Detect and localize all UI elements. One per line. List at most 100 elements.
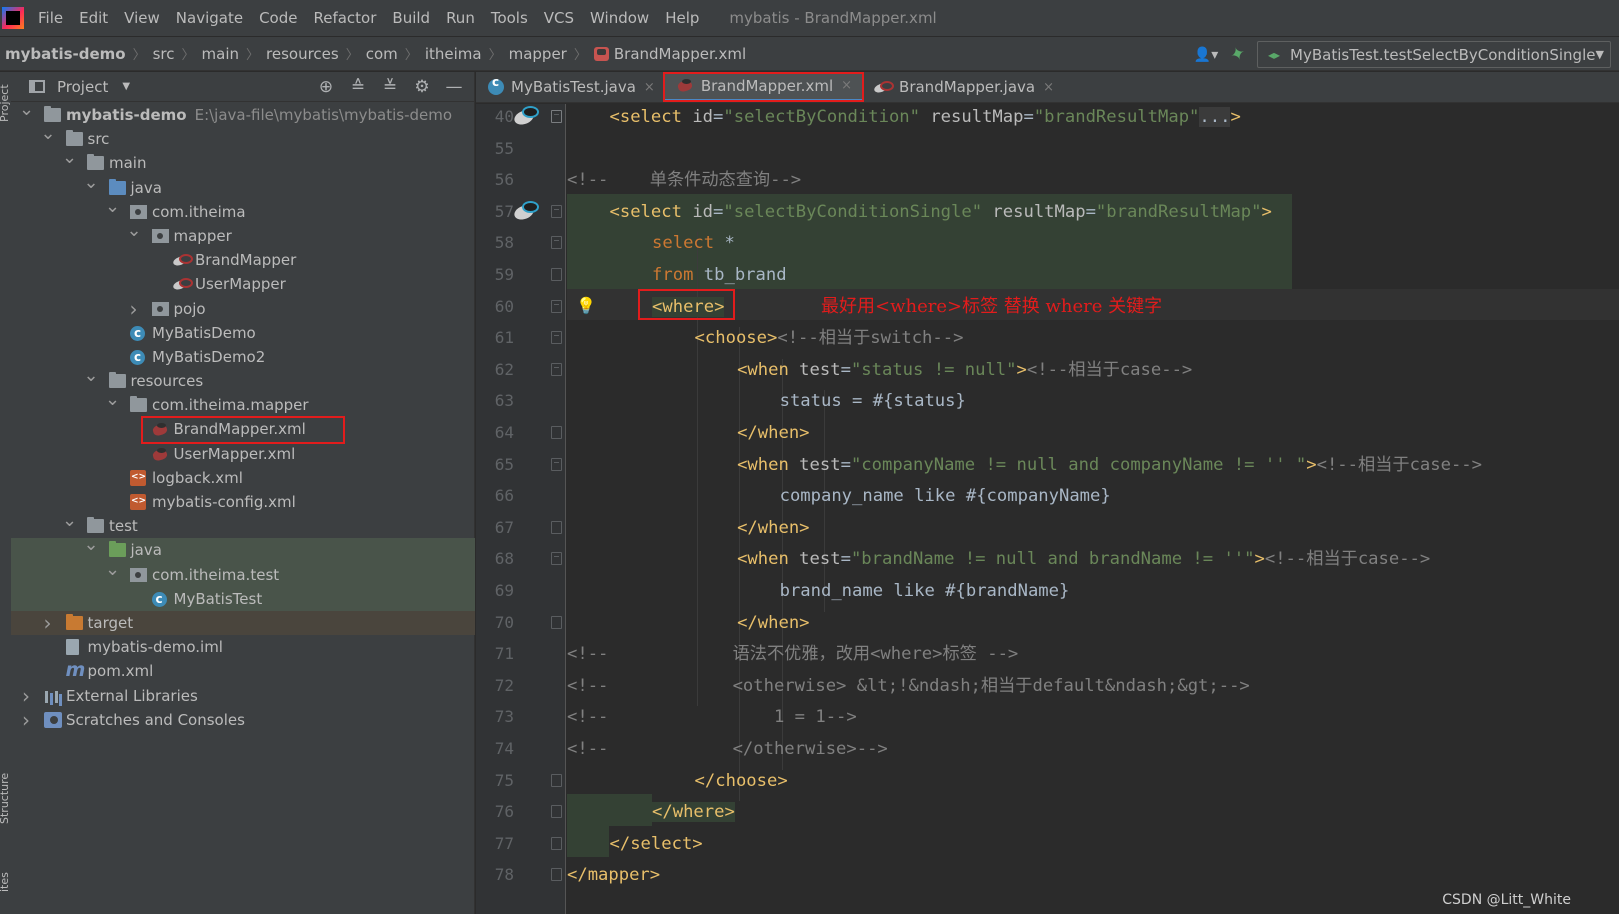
fold-end-icon[interactable] xyxy=(551,868,562,882)
menu-vcs[interactable]: VCS xyxy=(536,0,582,36)
code-line[interactable]: 57 <select id="selectByConditionSingle" r… xyxy=(476,199,1619,233)
lightbulb-icon[interactable]: 💡 xyxy=(576,295,596,317)
tree-item[interactable]: ⌄ java xyxy=(11,172,475,200)
locate-file-icon[interactable]: ⊕ xyxy=(310,77,342,97)
tree-item[interactable]: › target xyxy=(11,610,475,636)
chevron-right-icon[interactable]: › xyxy=(19,684,33,708)
code-line[interactable]: 75 </choose> xyxy=(476,770,1619,802)
breadcrumb-item[interactable]: itheima xyxy=(422,45,485,63)
fold-end-icon[interactable] xyxy=(551,268,562,281)
tree-item[interactable]: › External Libraries xyxy=(11,684,475,708)
tree-item[interactable]: ⌄ java xyxy=(11,534,475,563)
tree-item[interactable]: MyBatisDemo xyxy=(11,321,475,345)
code-editor[interactable]: 40 <select id="selectByCondition" resultM… xyxy=(476,104,1619,914)
menu-refactor[interactable]: Refactor xyxy=(305,0,384,36)
code-line[interactable]: 65 <when test="companyName != null and co… xyxy=(476,454,1619,486)
tree-item[interactable]: ⌄ com.itheima.test xyxy=(11,559,475,587)
menu-run[interactable]: Run xyxy=(438,0,483,36)
tree-item[interactable]: BrandMapper.xml xyxy=(11,417,475,441)
tree-item[interactable]: UserMapper.xml xyxy=(11,442,475,466)
breadcrumb-item[interactable]: BrandMapper.xml xyxy=(591,45,749,63)
editor-tab[interactable]: BrandMapper.xml × xyxy=(662,72,865,102)
collapse-all-icon[interactable]: ≚ xyxy=(374,77,406,97)
tree-item[interactable]: › pojo xyxy=(11,297,475,321)
code-line[interactable]: 70 </when> xyxy=(476,612,1619,644)
fold-start-icon[interactable] xyxy=(551,299,562,313)
tree-item[interactable]: ⌄ mapper xyxy=(11,220,475,248)
menu-build[interactable]: Build xyxy=(384,0,438,36)
code-line[interactable]: 71 <!-- 语法不优雅，改用<where>标签 --> xyxy=(476,643,1619,675)
code-line[interactable]: 40 <select id="selectByCondition" resultM… xyxy=(476,106,1619,138)
code-line[interactable]: 73 <!-- 1 = 1--> xyxy=(476,706,1619,738)
code-line[interactable]: 55 xyxy=(476,138,1619,170)
tree-item[interactable]: ⌄ com.itheima xyxy=(11,196,475,224)
breadcrumb-item[interactable]: mybatis-demo xyxy=(2,45,129,63)
fold-end-icon[interactable] xyxy=(551,773,562,787)
chevron-down-icon[interactable]: ▼ xyxy=(122,81,130,92)
chevron-right-icon[interactable]: › xyxy=(41,611,55,635)
code-line[interactable]: 74 <!-- </otherwise>--> xyxy=(476,738,1619,770)
gear-icon[interactable]: ⚙ xyxy=(406,77,438,97)
mybatis-navigate-icon[interactable] xyxy=(512,104,539,128)
fold-end-icon[interactable] xyxy=(551,805,562,819)
mybatis-navigate-icon[interactable] xyxy=(512,199,539,223)
breadcrumb-item[interactable]: resources xyxy=(263,45,342,63)
chevron-down-icon[interactable]: ⌄ xyxy=(41,122,56,146)
menu-window[interactable]: Window xyxy=(582,0,657,36)
code-line[interactable]: 77 </select> xyxy=(476,833,1619,865)
tree-item[interactable]: ⌄ mybatis-demo E:\java-file\mybatis\mybati… xyxy=(11,99,475,127)
code-line[interactable]: 63 status = #{status} xyxy=(476,390,1619,422)
chevron-down-icon[interactable]: ⌄ xyxy=(105,388,120,412)
fold-start-icon[interactable] xyxy=(551,236,562,250)
breadcrumb-item[interactable]: main xyxy=(199,45,242,63)
run-configuration-select[interactable]: ◂▸ MyBatisTest.testSelectByConditionSing… xyxy=(1257,41,1611,68)
close-icon[interactable]: × xyxy=(644,80,655,95)
tree-item[interactable]: MyBatisTest xyxy=(11,586,475,611)
tree-item[interactable]: ⌄ main xyxy=(11,147,475,175)
menu-view[interactable]: View xyxy=(116,0,168,36)
tree-item[interactable]: BrandMapper xyxy=(11,248,475,272)
menu-help[interactable]: Help xyxy=(657,0,707,36)
chevron-right-icon[interactable]: › xyxy=(127,297,141,321)
expand-all-icon[interactable]: ≙ xyxy=(342,77,374,97)
fold-end-icon[interactable] xyxy=(551,520,562,534)
close-icon[interactable]: × xyxy=(1043,80,1054,95)
chevron-right-icon[interactable]: › xyxy=(19,708,33,732)
code-line[interactable]: 58 select * xyxy=(476,232,1619,264)
menu-code[interactable]: Code xyxy=(251,0,305,36)
code-line[interactable]: 56 <!-- 单条件动态查询--> xyxy=(476,169,1619,201)
chevron-down-icon[interactable]: ⌄ xyxy=(84,364,99,388)
tree-item[interactable]: › Scratches and Consoles xyxy=(11,708,475,732)
chevron-down-icon[interactable]: ⌄ xyxy=(105,558,120,582)
chevron-down-icon[interactable]: ⌄ xyxy=(62,509,77,533)
tree-item[interactable]: UserMapper xyxy=(11,272,475,296)
chevron-down-icon[interactable]: ⌄ xyxy=(84,171,99,195)
editor-tab[interactable]: MyBatisTest.java × xyxy=(476,72,665,102)
close-icon[interactable]: × xyxy=(841,78,852,93)
tree-item[interactable]: mybatis-config.xml xyxy=(11,489,475,514)
fold-end-icon[interactable] xyxy=(551,836,562,850)
tree-item[interactable]: mybatis-demo.iml xyxy=(11,635,475,659)
hide-panel-icon[interactable]: — xyxy=(438,77,470,97)
code-line[interactable]: 68 <when test="brandName != null and bran… xyxy=(476,548,1619,580)
fold-start-icon[interactable] xyxy=(551,331,562,345)
chevron-down-icon[interactable]: ⌄ xyxy=(105,195,120,219)
tree-item[interactable]: ⌄ com.itheima.mapper xyxy=(11,389,475,417)
menu-navigate[interactable]: Navigate xyxy=(168,0,251,36)
fold-start-icon[interactable] xyxy=(551,552,562,566)
tree-item[interactable]: m pom.xml xyxy=(11,659,475,683)
breadcrumb-item[interactable]: src xyxy=(150,45,178,63)
breadcrumb-item[interactable]: mapper xyxy=(506,45,570,63)
menu-tools[interactable]: Tools xyxy=(483,0,536,36)
menu-edit[interactable]: Edit xyxy=(71,0,116,36)
tree-item[interactable]: logback.xml xyxy=(11,465,475,490)
code-line[interactable]: 66 company_name like #{companyName} xyxy=(476,485,1619,517)
code-line[interactable]: 64 </when> xyxy=(476,422,1619,454)
tree-item[interactable]: ⌄ resources xyxy=(11,365,475,393)
tree-item[interactable]: ⌄ test xyxy=(11,510,475,538)
editor-tab[interactable]: BrandMapper.java × xyxy=(862,72,1064,102)
build-hammer-icon[interactable]: ✦ xyxy=(1220,40,1255,70)
fold-start-icon[interactable] xyxy=(551,362,562,376)
fold-start-icon[interactable] xyxy=(551,110,562,123)
code-line[interactable]: 76 </where> xyxy=(476,801,1619,833)
